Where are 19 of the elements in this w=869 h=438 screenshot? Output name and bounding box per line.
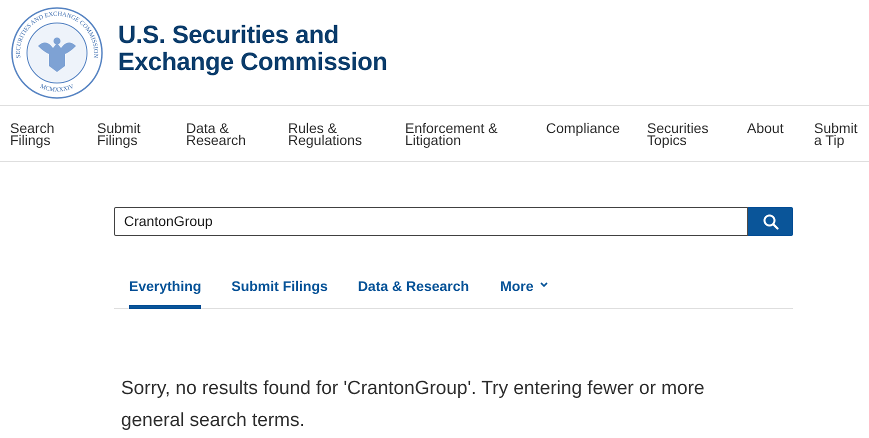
nav-link[interactable]: Rules & Regulations	[288, 122, 362, 146]
no-results-message: Sorry, no results found for 'CrantonGroup'. Try entering fewer or more general search terms.	[121, 377, 706, 433]
nav-link[interactable]: About	[747, 122, 784, 134]
search-tab[interactable]: Submit Filings	[231, 275, 328, 309]
search-tab[interactable]: Data & Research	[358, 275, 470, 309]
chevron-down-icon	[540, 282, 548, 288]
nav-link[interactable]: Submit Filings	[97, 122, 141, 146]
search-button[interactable]	[748, 207, 793, 236]
more-dropdown[interactable]: More	[499, 275, 548, 309]
nav-link[interactable]: Search Filings	[10, 122, 54, 146]
search-field[interactable]: CrantonGroup	[114, 207, 748, 236]
nav-link[interactable]: Securities Topics	[647, 122, 708, 146]
search-tab[interactable]: Everything	[129, 275, 202, 309]
nav-link[interactable]: Enforcement & Litigation	[405, 122, 498, 146]
search-icon	[762, 214, 778, 230]
site-title[interactable]: U.S. Securities and Exchange Commission	[118, 22, 388, 76]
nav-link[interactable]: Compliance	[546, 122, 620, 134]
nav-link[interactable]: Data & Research	[186, 122, 246, 146]
nav-link[interactable]: Submit a Tip	[814, 122, 858, 146]
